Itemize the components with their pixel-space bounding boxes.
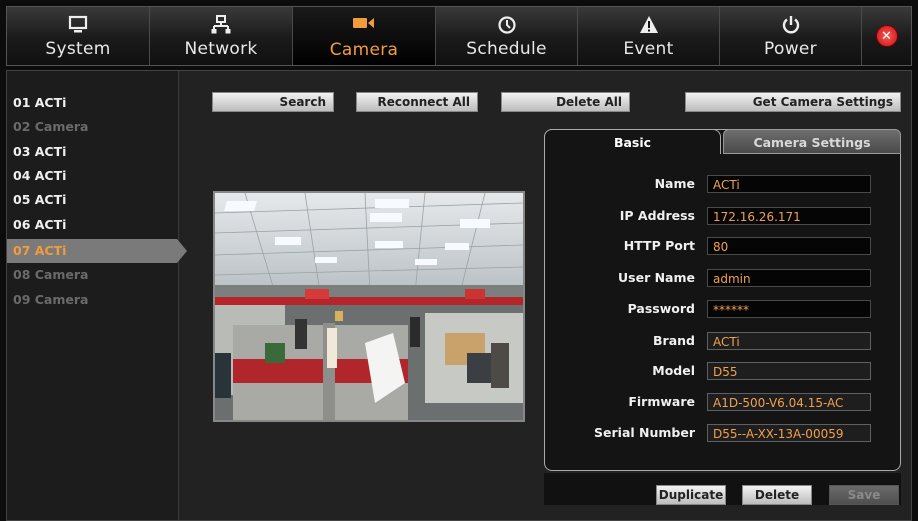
reconnect-all-button[interactable]: Reconnect All [356,92,478,112]
top-nav-bar: System Network Camera Schedule Event Pow… [6,6,912,66]
warning-icon [639,14,659,36]
camera-list: 01 ACTi 02 Camera 03 ACTi 04 ACTi 05 ACT… [7,71,187,520]
tab-system[interactable]: System [7,7,150,65]
camera-label: 01 ACTi [13,95,67,110]
tab-label: Camera [329,40,399,60]
password-label: Password [627,301,695,316]
tab-camera-settings[interactable]: Camera Settings [723,129,901,154]
camera-label: 05 ACTi [13,192,67,207]
user-name-field[interactable]: admin [707,269,871,287]
name-field[interactable]: ACTi [707,175,871,193]
clock-icon [497,14,517,36]
network-icon [211,14,231,36]
search-button[interactable]: Search [212,92,334,112]
firmware-label: Firmware [628,394,695,409]
delete-all-button[interactable]: Delete All [501,92,630,112]
http-port-label: HTTP Port [623,238,695,253]
camera-label: 03 ACTi [13,144,67,159]
tab-label: Power [764,38,817,59]
delete-button[interactable]: Delete [742,485,812,505]
serial-number-value: D55--A-XX-13A-00059 [707,424,871,442]
monitor-icon [68,14,88,36]
password-field[interactable]: ****** [707,300,871,318]
firmware-value: A1D-500-V6.04.15-AC [707,393,871,411]
get-camera-settings-button[interactable]: Get Camera Settings [685,92,901,112]
tab-label: Network [184,38,258,59]
name-label: Name [654,176,695,191]
duplicate-button[interactable]: Duplicate [656,485,726,505]
camera-page: 01 ACTi 02 Camera 03 ACTi 04 ACTi 05 ACT… [6,70,912,521]
camera-list-item[interactable]: 01 ACTi [7,91,179,115]
http-port-field[interactable]: 80 [707,237,871,255]
serial-number-label: Serial Number [594,425,695,440]
close-icon[interactable]: ✕ [875,25,898,47]
user-name-label: User Name [618,270,695,285]
tab-event[interactable]: Event [578,7,720,65]
tab-power[interactable]: Power [720,7,862,65]
tab-basic[interactable]: Basic [544,129,721,154]
save-button[interactable]: Save [829,485,899,505]
camera-label: 02 Camera [13,119,89,134]
ip-address-field[interactable]: 172.16.26.171 [707,207,871,225]
camera-list-item[interactable]: 03 ACTi [7,140,179,164]
model-label: Model [652,363,695,378]
brand-value: ACTi [707,332,871,350]
tab-camera[interactable]: Camera [293,7,436,65]
model-value: D55 [707,362,871,380]
camera-icon [352,12,376,34]
tab-label: Event [623,38,674,59]
ip-address-label: IP Address [619,208,695,223]
camera-list-item[interactable]: 02 Camera [7,115,179,139]
tab-label: Schedule [466,38,547,59]
tab-label: System [45,38,111,59]
power-icon [781,14,801,36]
tab-schedule[interactable]: Schedule [436,7,578,65]
brand-label: Brand [653,333,695,348]
close-area: ✕ [862,7,911,65]
tab-network[interactable]: Network [150,7,293,65]
